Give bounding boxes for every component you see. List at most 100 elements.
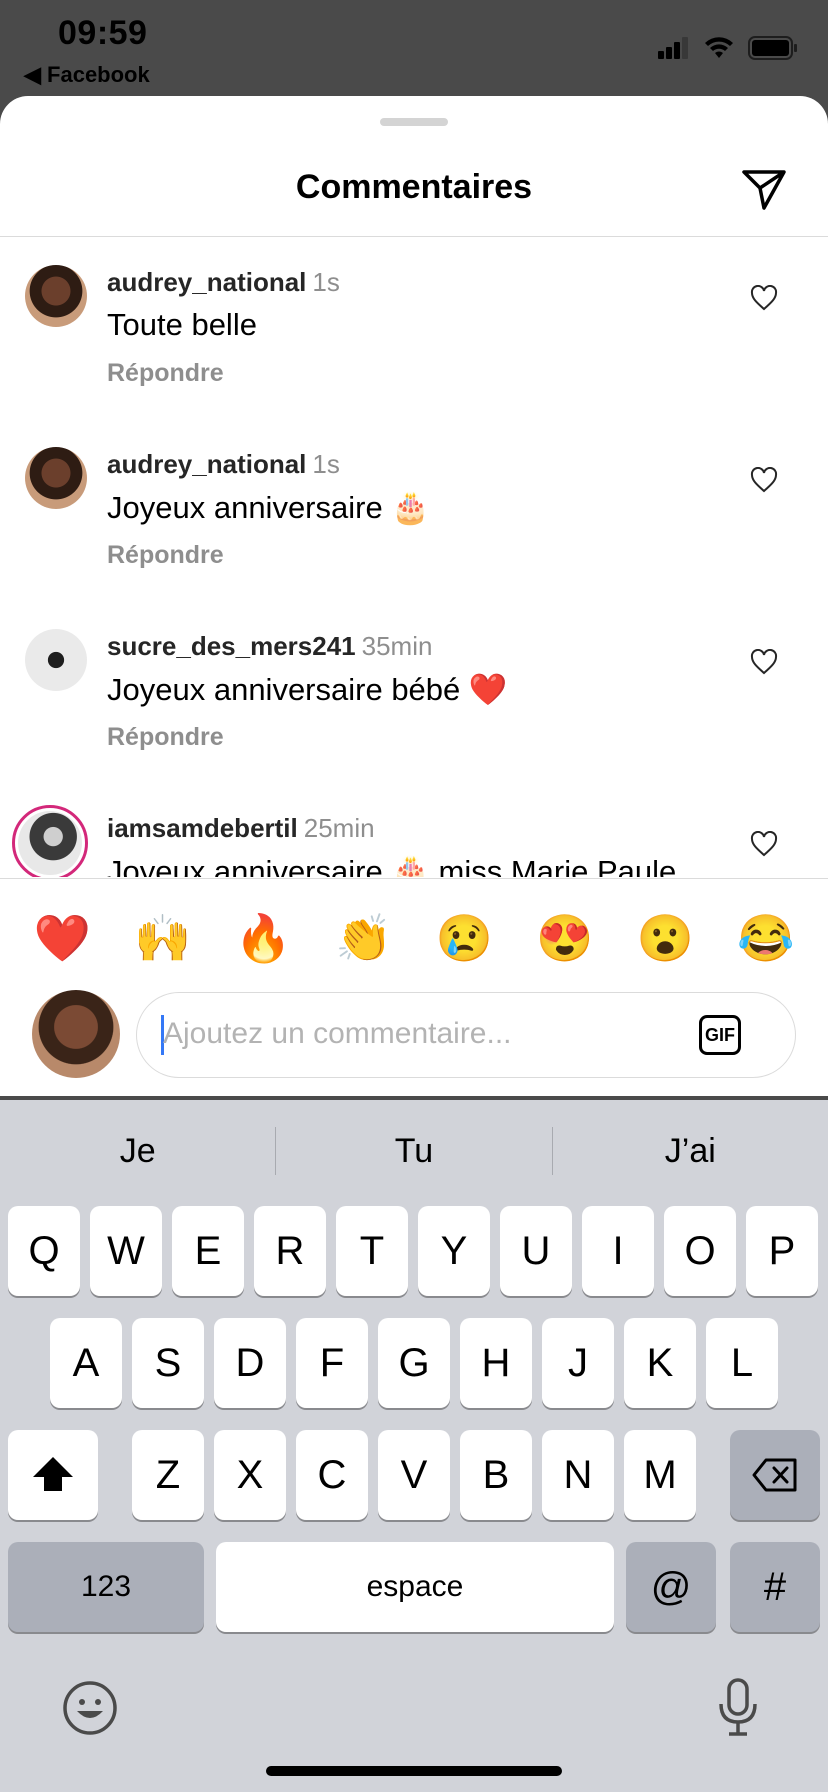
comment-username[interactable]: sucre_des_mers241 35min (107, 631, 432, 662)
at-key[interactable]: @ (626, 1542, 716, 1632)
like-heart-icon[interactable] (750, 649, 778, 675)
key-x[interactable]: X (214, 1430, 286, 1520)
username-text[interactable]: audrey_national (107, 449, 306, 479)
username-text[interactable]: sucre_des_mers241 (107, 631, 356, 661)
comment-text: Toute belle (107, 307, 257, 342)
microphone-icon[interactable] (716, 1678, 760, 1738)
username-text[interactable]: iamsamdebertil (107, 813, 298, 843)
avatar (32, 990, 120, 1078)
wifi-icon (705, 37, 733, 58)
comments-list[interactable]: audrey_national 1s Toute belle Répondre a… (0, 237, 828, 877)
key-n[interactable]: N (542, 1430, 614, 1520)
key-u[interactable]: U (500, 1206, 572, 1296)
emoji-surprised[interactable]: 😮 (625, 908, 705, 968)
numbers-key[interactable]: 123 (8, 1542, 204, 1632)
shift-icon (33, 1457, 73, 1491)
status-icons (658, 36, 798, 60)
battery-icon (748, 36, 797, 60)
comment-text: Joyeux anniversaire bébé ❤️ (107, 672, 508, 707)
like-heart-icon[interactable] (750, 831, 778, 857)
comment-text: Joyeux anniversaire 🎂 miss Marie Paule (107, 854, 677, 877)
comment-time: 35min (361, 631, 433, 661)
quick-emoji-bar: ❤️ 🙌 🔥 👏 😢 😍 😮 😂 (0, 908, 828, 968)
shift-key[interactable] (8, 1430, 98, 1520)
key-e[interactable]: E (172, 1206, 244, 1296)
sheet-grabber[interactable] (380, 118, 448, 126)
key-p[interactable]: P (746, 1206, 818, 1296)
key-q[interactable]: Q (8, 1206, 80, 1296)
comment-time: 1s (312, 267, 340, 297)
avatar[interactable] (25, 447, 87, 509)
username-text[interactable]: audrey_national (107, 267, 306, 297)
status-bar: 09:59 ◀ Facebook (0, 0, 828, 96)
comment-item: sucre_des_mers241 35min Joyeux anniversai… (0, 601, 828, 783)
emoji-clap[interactable]: 👏 (324, 908, 404, 968)
like-heart-icon[interactable] (750, 467, 778, 493)
key-b[interactable]: B (460, 1430, 532, 1520)
key-a[interactable]: A (50, 1318, 122, 1408)
emoji-heart-eyes[interactable]: 😍 (525, 908, 605, 968)
reply-button[interactable]: Répondre (107, 541, 224, 570)
backspace-icon (752, 1458, 797, 1492)
emoji-laughing[interactable]: 😂 (726, 908, 806, 968)
key-d[interactable]: D (214, 1318, 286, 1408)
home-indicator[interactable] (266, 1766, 562, 1776)
emoji-heart[interactable]: ❤️ (22, 908, 102, 968)
keyboard: Je Tu J’ai Q W E R T Y U I O P A S D F G… (0, 1100, 828, 1792)
backspace-key[interactable] (730, 1430, 820, 1520)
key-h[interactable]: H (460, 1318, 532, 1408)
key-c[interactable]: C (296, 1430, 368, 1520)
comment-username[interactable]: audrey_national 1s (107, 267, 340, 298)
avatar-story-ring[interactable] (12, 805, 88, 877)
emoji-fire[interactable]: 🔥 (223, 908, 303, 968)
key-r[interactable]: R (254, 1206, 326, 1296)
key-z[interactable]: Z (132, 1430, 204, 1520)
key-k[interactable]: K (624, 1318, 696, 1408)
like-heart-icon[interactable] (750, 285, 778, 311)
back-to-facebook-link[interactable]: ◀ Facebook (24, 62, 150, 88)
key-g[interactable]: G (378, 1318, 450, 1408)
signal-icon (658, 37, 688, 59)
emoji-raised-hands[interactable]: 🙌 (123, 908, 203, 968)
comment-username[interactable]: audrey_national 1s (107, 449, 340, 480)
comment-input[interactable]: Ajoutez un commentaire... GIF (136, 992, 796, 1078)
suggestion-item[interactable]: J’ai (553, 1124, 828, 1178)
space-key[interactable]: espace (216, 1542, 614, 1632)
comment-username[interactable]: iamsamdebertil 25min (107, 813, 375, 844)
key-o[interactable]: O (664, 1206, 736, 1296)
comment-placeholder: Ajoutez un commentaire... (163, 1017, 512, 1050)
send-icon[interactable] (740, 168, 788, 212)
key-t[interactable]: T (336, 1206, 408, 1296)
comment-item: iamsamdebertil 25min Joyeux anniversaire … (0, 783, 828, 877)
key-f[interactable]: F (296, 1318, 368, 1408)
comments-sheet: Commentaires audrey_national 1s Toute bel… (0, 96, 828, 1096)
key-l[interactable]: L (706, 1318, 778, 1408)
comment-composer: Ajoutez un commentaire... GIF (0, 990, 828, 1090)
comment-text: Joyeux anniversaire 🎂 (107, 490, 430, 525)
suggestion-item[interactable]: Je (0, 1124, 275, 1178)
avatar[interactable] (25, 629, 87, 691)
key-y[interactable]: Y (418, 1206, 490, 1296)
comment-item: audrey_national 1s Joyeux anniversaire 🎂 … (0, 419, 828, 601)
key-m[interactable]: M (624, 1430, 696, 1520)
emoji-keyboard-icon[interactable] (62, 1680, 118, 1736)
comment-item: audrey_national 1s Toute belle Répondre (0, 237, 828, 419)
key-w[interactable]: W (90, 1206, 162, 1296)
keyboard-suggestions: Je Tu J’ai (0, 1124, 828, 1178)
hash-key[interactable]: # (730, 1542, 820, 1632)
avatar[interactable] (25, 265, 87, 327)
reply-button[interactable]: Répondre (107, 359, 224, 388)
key-s[interactable]: S (132, 1318, 204, 1408)
suggestion-item[interactable]: Tu (276, 1124, 551, 1178)
reply-button[interactable]: Répondre (107, 723, 224, 752)
key-i[interactable]: I (582, 1206, 654, 1296)
emoji-crying[interactable]: 😢 (424, 908, 504, 968)
page-title: Commentaires (295, 168, 533, 206)
gif-button[interactable]: GIF (699, 1015, 741, 1055)
avatar (18, 811, 82, 875)
key-j[interactable]: J (542, 1318, 614, 1408)
comment-time: 1s (312, 449, 340, 479)
key-v[interactable]: V (378, 1430, 450, 1520)
emoji-divider (0, 878, 828, 879)
comment-time: 25min (303, 813, 375, 843)
